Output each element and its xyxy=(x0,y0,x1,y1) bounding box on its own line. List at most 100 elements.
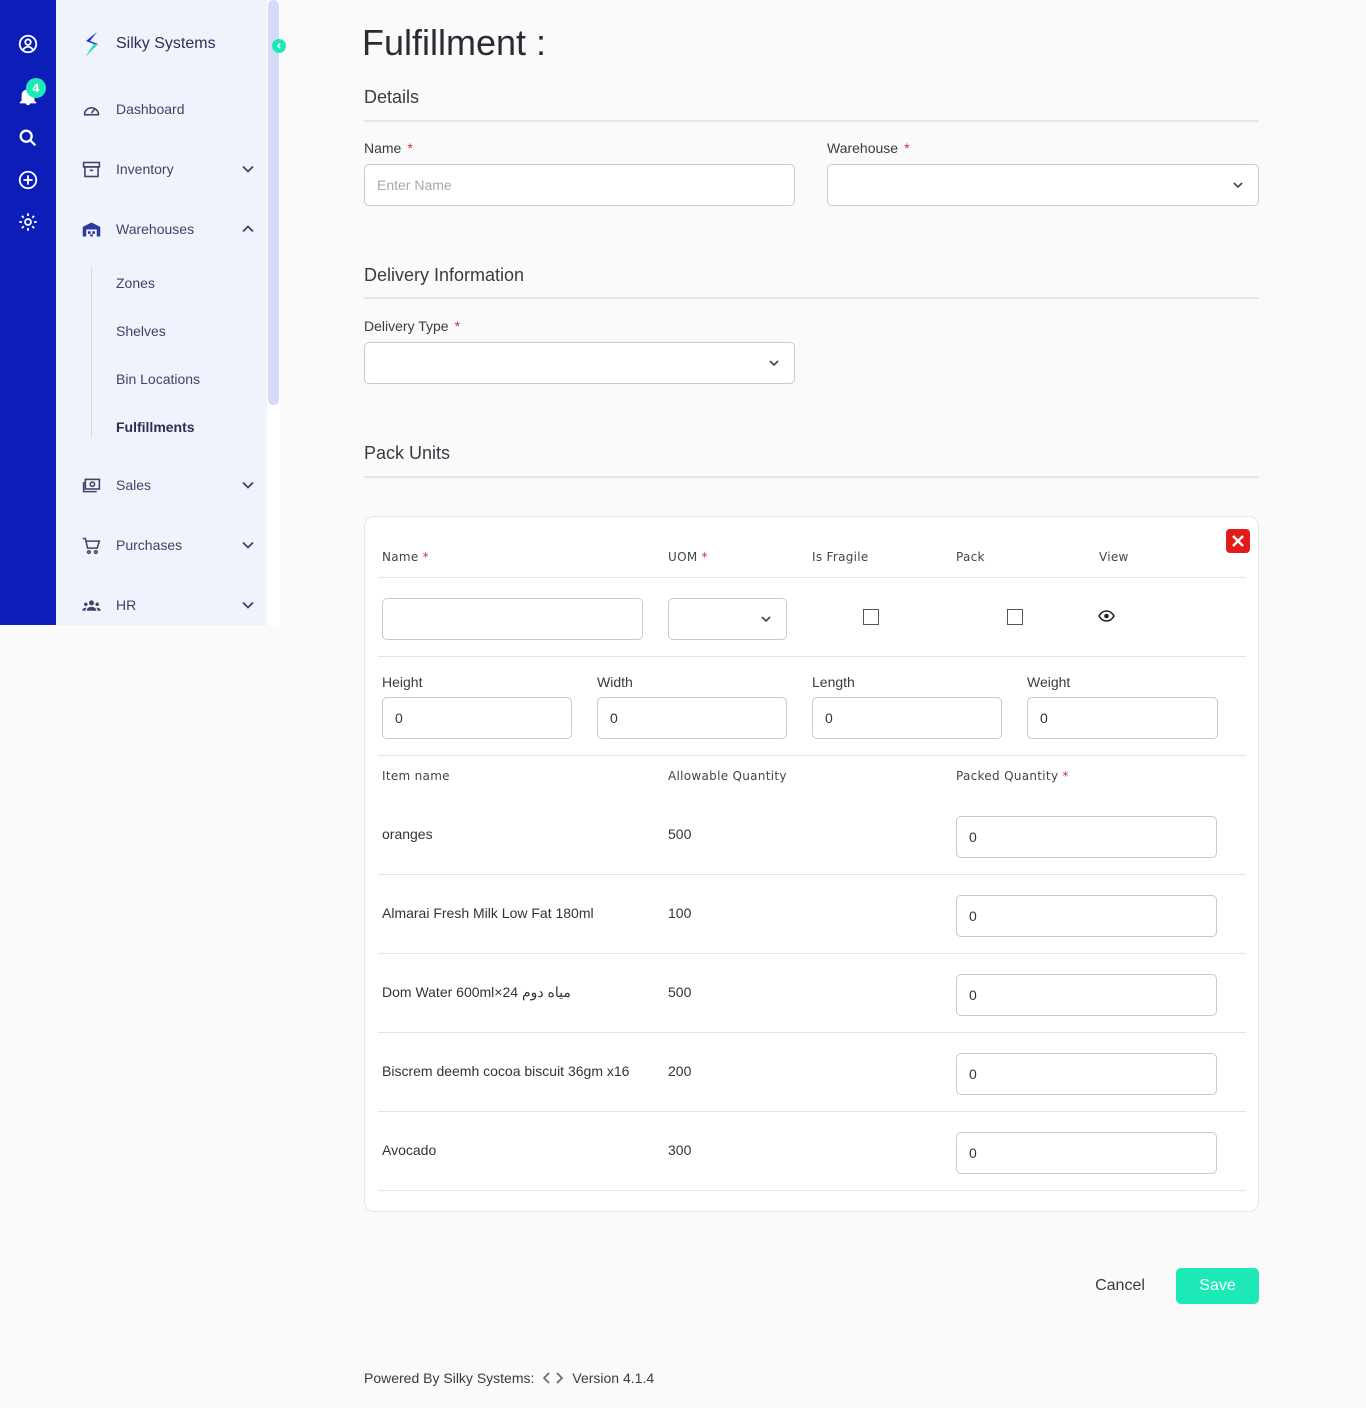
item-name: Avocado xyxy=(382,1142,437,1158)
section-divider xyxy=(364,476,1259,478)
chevron-down-icon xyxy=(242,601,254,609)
remove-pack-unit-button[interactable] xyxy=(1226,529,1250,553)
chevron-down-icon xyxy=(242,481,254,489)
column-header-allowable-quantity: Allowable Quantity xyxy=(668,769,787,783)
column-header-is-fragile: Is Fragile xyxy=(812,550,869,564)
sidebar-item-dashboard[interactable]: Dashboard xyxy=(80,94,255,124)
sidebar-item-label: Sales xyxy=(116,477,152,493)
sidebar-scrollbar-thumb[interactable] xyxy=(268,0,279,405)
chevron-down-icon xyxy=(242,541,254,549)
packed-quantity-input[interactable]: 0 xyxy=(956,816,1217,858)
cash-register-icon xyxy=(80,474,102,496)
name-label: Name * xyxy=(364,140,413,156)
warehouse-icon xyxy=(80,218,102,240)
item-allowable-quantity: 500 xyxy=(668,984,692,1000)
row-divider xyxy=(378,1190,1246,1191)
width-input[interactable]: 0 xyxy=(597,697,787,739)
item-name: Biscrem deemh cocoa biscuit 36gm x16 xyxy=(382,1063,630,1079)
sidebar-item-warehouses[interactable]: Warehouses xyxy=(80,214,255,244)
brand[interactable]: Silky Systems xyxy=(82,31,216,57)
sidebar-item-purchases[interactable]: Purchases xyxy=(80,530,255,560)
people-icon xyxy=(80,594,102,616)
sidebar-subitem-bin-locations[interactable]: Bin Locations xyxy=(116,371,200,387)
length-input[interactable]: 0 xyxy=(812,697,1002,739)
row-divider xyxy=(378,953,1246,954)
sidebar-subitem-zones[interactable]: Zones xyxy=(116,275,155,291)
delivery-type-label: Delivery Type * xyxy=(364,318,461,334)
eye-icon[interactable] xyxy=(1098,609,1115,623)
pack-unit-name-input[interactable] xyxy=(382,598,643,640)
footer-version: Version 4.1.4 xyxy=(572,1370,655,1386)
warehouse-select[interactable] xyxy=(827,164,1259,206)
sidebar-subitem-fulfillments[interactable]: Fulfillments xyxy=(116,419,195,435)
row-divider xyxy=(378,755,1246,756)
page-title: Fulfillment : xyxy=(362,22,547,63)
save-button[interactable]: Save xyxy=(1176,1268,1259,1304)
row-divider xyxy=(378,656,1246,657)
column-header-pack: Pack xyxy=(956,550,985,564)
column-header-packed-quantity: Packed Quantity * xyxy=(956,769,1069,783)
item-name: oranges xyxy=(382,826,433,842)
section-title-details: Details xyxy=(364,87,420,107)
row-divider xyxy=(378,577,1246,578)
sidebar-item-label: Purchases xyxy=(116,537,183,553)
item-allowable-quantity: 300 xyxy=(668,1142,692,1158)
column-header-view: View xyxy=(1099,550,1129,564)
packed-quantity-input[interactable]: 0 xyxy=(956,974,1217,1016)
name-input[interactable]: Enter Name xyxy=(364,164,795,206)
account-icon[interactable] xyxy=(16,32,40,56)
sidebar-item-hr[interactable]: HR xyxy=(80,590,255,620)
row-divider xyxy=(378,1032,1246,1033)
cancel-button[interactable]: Cancel xyxy=(1084,1268,1156,1304)
sidebar-subitem-shelves[interactable]: Shelves xyxy=(116,323,166,339)
sidebar-item-label: Inventory xyxy=(116,161,174,177)
packed-quantity-input[interactable]: 0 xyxy=(956,1053,1217,1095)
close-icon xyxy=(1232,535,1244,547)
footer: Powered By Silky Systems: Version 4.1.4 xyxy=(364,1370,654,1386)
notification-badge: 4 xyxy=(26,78,46,98)
brand-name: Silky Systems xyxy=(116,35,216,52)
weight-label: Weight xyxy=(1027,674,1071,690)
section-divider xyxy=(364,297,1259,299)
sidebar-item-label: Warehouses xyxy=(116,221,195,237)
brand-logo-icon xyxy=(86,32,98,56)
item-allowable-quantity: 200 xyxy=(668,1063,692,1079)
chevron-down-icon xyxy=(242,165,254,173)
item-name: Dom Water 600ml×24 مياه دوم xyxy=(382,984,571,1000)
column-header-uom: UOM * xyxy=(668,550,708,564)
weight-input[interactable]: 0 xyxy=(1027,697,1218,739)
sidebar-collapse-button[interactable] xyxy=(272,39,286,53)
uom-select[interactable] xyxy=(668,598,787,640)
width-label: Width xyxy=(597,674,633,690)
warehouse-label: Warehouse * xyxy=(827,140,910,156)
sidebar-item-sales[interactable]: Sales xyxy=(80,470,255,500)
section-title-delivery: Delivery Information xyxy=(364,265,525,285)
chevron-down-icon xyxy=(769,360,779,367)
is-fragile-checkbox[interactable] xyxy=(863,609,879,625)
length-label: Length xyxy=(812,674,855,690)
column-header-item-name: Item name xyxy=(382,769,450,783)
add-circle-icon[interactable] xyxy=(16,168,40,192)
cart-icon xyxy=(80,534,102,556)
chevron-left-icon xyxy=(276,43,281,49)
packed-quantity-input[interactable]: 0 xyxy=(956,1132,1217,1174)
section-divider xyxy=(364,120,1259,122)
section-title-pack-units: Pack Units xyxy=(364,443,451,463)
archive-icon xyxy=(80,158,102,180)
item-allowable-quantity: 500 xyxy=(668,826,692,842)
column-header-name: Name * xyxy=(382,550,429,564)
packed-quantity-input[interactable]: 0 xyxy=(956,895,1217,937)
sidebar-item-inventory[interactable]: Inventory xyxy=(80,154,255,184)
chevron-down-icon xyxy=(1233,182,1243,189)
search-icon[interactable] xyxy=(16,126,40,150)
gear-icon[interactable] xyxy=(16,210,40,234)
submenu-guide-line xyxy=(91,268,92,438)
delivery-type-select[interactable] xyxy=(364,342,795,384)
pack-checkbox[interactable] xyxy=(1007,609,1023,625)
height-input[interactable]: 0 xyxy=(382,697,572,739)
sidebar-item-label: Dashboard xyxy=(116,101,185,117)
item-name: Almarai Fresh Milk Low Fat 180ml xyxy=(382,905,594,921)
row-divider xyxy=(378,1111,1246,1112)
row-divider xyxy=(378,874,1246,875)
gauge-icon xyxy=(80,98,102,120)
